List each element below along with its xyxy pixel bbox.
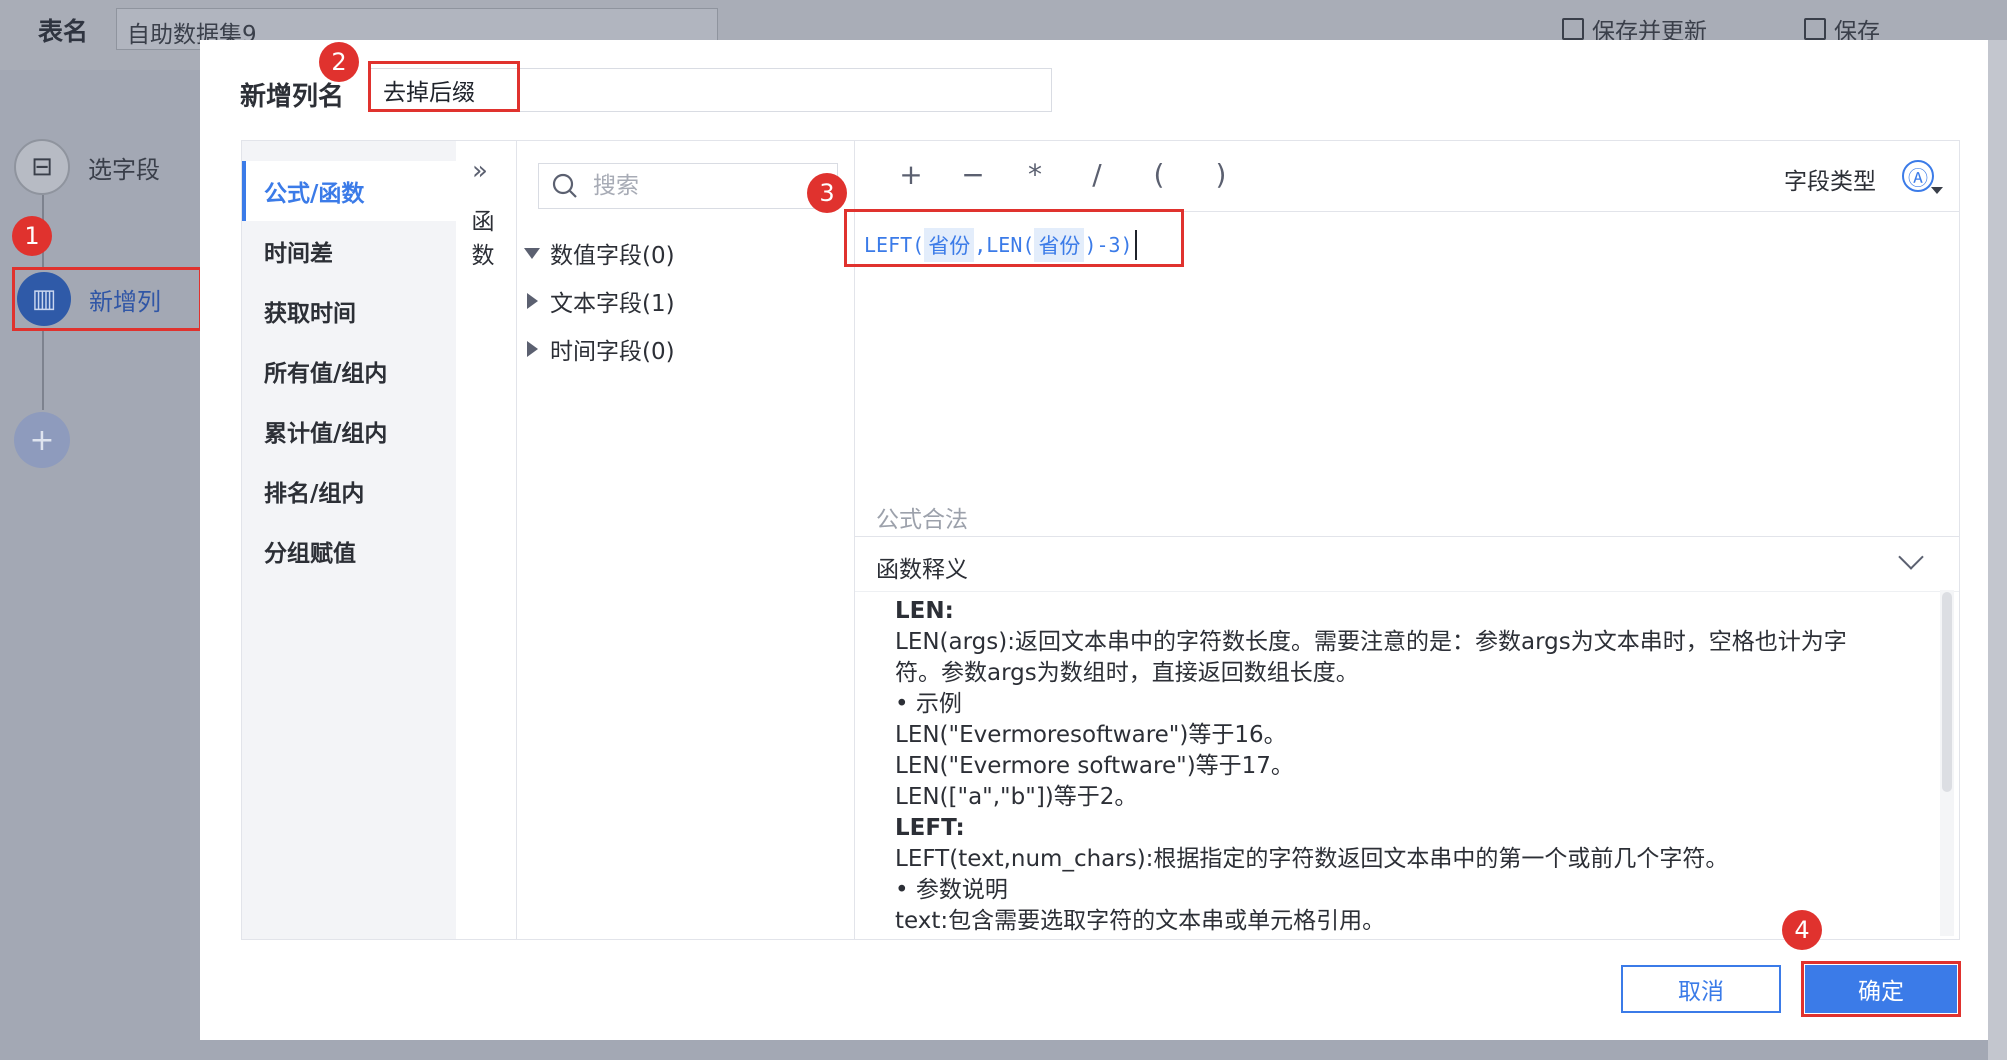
add-step-button[interactable]: + [14,412,70,468]
doc-line: text:包含需要选取字符的文本串或单元格引用。 [895,908,1386,934]
field-group-numeric[interactable]: 数值字段(0) [524,236,675,270]
field-search[interactable] [538,163,838,209]
category-all-values[interactable]: 所有值/组内 [242,341,456,401]
caret-right-icon [527,293,538,309]
function-doc-header[interactable] [855,536,1959,592]
field-group-label: 数值字段(0) [550,243,675,269]
step-select-fields[interactable]: ⊟ 选字段 [14,139,160,195]
category-cumulative[interactable]: 累计值/组内 [242,401,456,461]
highlight-box [1801,961,1961,1017]
annotation-badge: 4 [1782,910,1822,950]
function-tab[interactable]: 函数 [468,205,498,273]
field-group-text[interactable]: 文本字段(1) [524,284,675,318]
step-label: 选字段 [88,155,160,184]
add-column-icon: ▥ [17,272,71,326]
plus-operator-button[interactable]: + [891,158,931,191]
category-rank[interactable]: 排名/组内 [242,461,456,521]
doc-line: LEFT: [895,815,965,841]
field-group-label: 文本字段(1) [550,291,675,317]
field-group-label: 时间字段(0) [550,339,675,365]
search-input[interactable] [591,172,815,200]
doc-line: LEN("Evermore software")等于17。 [895,753,1294,779]
step-connector [42,330,44,410]
doc-line: LEN("Evermoresoftware")等于16。 [895,722,1287,748]
plus-icon: + [14,412,70,468]
field-group-time[interactable]: 时间字段(0) [524,332,675,366]
doc-line: • 示例 [895,691,962,717]
doc-line: LEN: [895,598,954,624]
doc-line: LEN(args):返回文本串中的字符数长度。需要注意的是：参数args为文本串… [895,629,1847,655]
category-get-time[interactable]: 获取时间 [242,281,456,341]
multiply-operator-button[interactable]: * [1015,158,1055,191]
function-doc-content: LEN: LEN(args):返回文本串中的字符数长度。需要注意的是：参数arg… [895,596,1895,938]
doc-line: LEN(["a","b"])等于2。 [895,784,1138,810]
field-type-icon[interactable]: Ⓐ [1902,160,1934,192]
save-icon [1562,18,1584,40]
select-field-icon: ⊟ [14,139,70,195]
annotation-badge: 3 [807,173,847,213]
doc-line: • 参数说明 [895,877,1008,903]
doc-scrollbar-thumb[interactable] [1942,592,1952,792]
doc-line: 符。参数args为数组时，直接返回数组长度。 [895,660,1359,686]
save-icon [1804,18,1826,40]
annotation-badge: 1 [12,216,52,256]
caret-right-icon [527,341,538,357]
formula-status: 公式合法 [876,507,968,533]
page-edge [1988,40,2007,1060]
category-time-diff[interactable]: 时间差 [242,221,456,281]
category-formula[interactable]: 公式/函数 [242,161,456,221]
right-paren-button[interactable]: ) [1201,158,1241,191]
expand-icon[interactable]: » [472,156,488,186]
category-group-assign[interactable]: 分组赋值 [242,521,456,581]
search-icon [552,173,577,198]
cancel-button[interactable]: 取消 [1621,965,1781,1013]
step-label: 新增列 [89,287,161,316]
field-type-label: 字段类型 [1784,169,1876,195]
caret-down-icon [524,247,540,259]
function-doc-title: 函数释义 [876,557,968,583]
doc-line: LEFT(text,num_chars):根据指定的字符数返回文本串中的第一个或… [895,846,1729,872]
dialog-title: 新增列名 [240,82,345,112]
left-paren-button[interactable]: ( [1139,158,1179,191]
highlight-box [844,209,1184,267]
highlight-box [368,61,520,112]
chevron-down-icon[interactable] [1931,187,1943,194]
minus-operator-button[interactable]: − [953,158,993,191]
annotation-badge: 2 [319,42,359,82]
table-name-label: 表名 [38,17,89,46]
step-add-column[interactable]: ▥ 新增列 [12,267,202,331]
divide-operator-button[interactable]: / [1077,158,1117,191]
